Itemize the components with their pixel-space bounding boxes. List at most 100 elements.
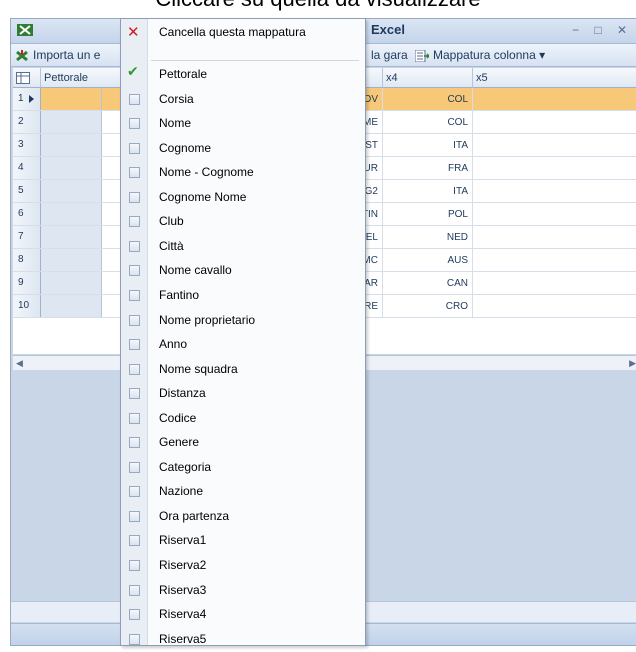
cell-pettorale[interactable] [41, 226, 102, 248]
race-button[interactable]: la gara [371, 48, 408, 62]
menu-item-riserva2[interactable]: Riserva2 [121, 554, 365, 579]
row-number[interactable]: 3 [13, 134, 41, 156]
column-header-x4[interactable]: x4 [383, 68, 473, 88]
window-controls[interactable]: − □ ✕ [572, 23, 633, 37]
import-icon [16, 49, 28, 61]
cell-x5[interactable] [473, 180, 636, 202]
column-header-x5[interactable]: x5 [473, 68, 636, 88]
cell-x4[interactable]: FRA [383, 157, 473, 179]
cell-x4[interactable]: CRO [383, 295, 473, 317]
menu-item-label: Nome [159, 116, 192, 131]
row-number[interactable]: 9 [13, 272, 41, 294]
row-number[interactable]: 6 [13, 203, 41, 225]
clear-x-icon: ✕ [127, 24, 140, 41]
unchecked-box-icon [129, 560, 140, 571]
row-number[interactable]: 8 [13, 249, 41, 271]
import-button[interactable]: Importa un e [15, 48, 100, 62]
cell-x4[interactable]: POL [383, 203, 473, 225]
menu-item-riserva5[interactable]: Riserva5 [121, 628, 365, 652]
menu-item-fantino[interactable]: Fantino [121, 284, 365, 309]
cell-x5[interactable] [473, 157, 636, 179]
row-number[interactable]: 10 [13, 295, 41, 317]
menu-item-pettorale[interactable]: ✔ Pettorale [121, 63, 365, 88]
menu-item-riserva3[interactable]: Riserva3 [121, 579, 365, 604]
unchecked-box-icon [129, 216, 140, 228]
menu-item-città[interactable]: Città [121, 235, 365, 260]
cell-pettorale[interactable] [41, 180, 102, 202]
menu-item-label: Città [159, 238, 184, 253]
grid-corner[interactable] [13, 68, 41, 88]
scroll-left-icon[interactable]: ◀ [16, 358, 23, 369]
cell-pettorale[interactable] [41, 157, 102, 179]
import-label: Importa un e [33, 48, 101, 62]
menu-item-codice[interactable]: Codice [121, 407, 365, 432]
cell-pettorale[interactable] [41, 295, 102, 317]
row-number[interactable]: 7 [13, 226, 41, 248]
unchecked-box-icon [129, 118, 140, 130]
column-mapping-menu: ✕ Cancella questa mappatura ✔ Pettorale Co… [120, 18, 366, 646]
unchecked-box-icon [129, 339, 140, 351]
cell-x4[interactable]: CAN [383, 272, 473, 294]
menu-item-nome-proprietario[interactable]: Nome proprietario [121, 309, 365, 334]
cell-x4[interactable]: NED [383, 226, 473, 248]
menu-item-label: Riserva2 [159, 558, 207, 572]
cell-x5[interactable] [473, 272, 636, 294]
row-number-label: 5 [18, 185, 24, 196]
checkmark-icon: ✔ [127, 63, 139, 79]
scroll-right-icon[interactable]: ▶ [629, 358, 636, 369]
menu-item-corsia[interactable]: Corsia [121, 88, 365, 113]
unchecked-box-icon [129, 93, 140, 105]
menu-item-cognome-nome[interactable]: Cognome Nome [121, 186, 365, 211]
cell-x5[interactable] [473, 226, 636, 248]
cell-pettorale[interactable] [41, 134, 102, 156]
cell-x4[interactable]: ITA [383, 134, 473, 156]
cell-x4[interactable]: AUS [383, 249, 473, 271]
menu-item-genere[interactable]: Genere [121, 431, 365, 456]
cell-x5[interactable] [473, 88, 636, 110]
cell-x5[interactable] [473, 203, 636, 225]
cell-pettorale[interactable] [41, 203, 102, 225]
cell-x5[interactable] [473, 134, 636, 156]
unchecked-box-icon [129, 363, 140, 375]
menu-item-anno[interactable]: Anno [121, 333, 365, 358]
mapping-icon [415, 49, 429, 62]
menu-item-riserva1[interactable]: Riserva1 [121, 529, 365, 554]
cell-pettorale[interactable] [41, 111, 102, 133]
menu-item-distanza[interactable]: Distanza [121, 382, 365, 407]
row-number[interactable]: 1 [13, 88, 41, 110]
menu-item-nome[interactable]: Nome [121, 112, 365, 137]
unchecked-box-icon [129, 535, 140, 547]
cell-x4[interactable]: ITA [383, 180, 473, 202]
menu-item-label: Cognome [159, 140, 212, 155]
menu-item-riserva4[interactable]: Riserva4 [121, 603, 365, 628]
menu-item-nome-squadra[interactable]: Nome squadra [121, 358, 365, 383]
menu-item-label: Nome proprietario [159, 312, 256, 327]
row-number-label: 7 [18, 231, 24, 242]
cell-x4[interactable]: COL [383, 88, 473, 110]
window-title: Excel [371, 22, 405, 37]
mapping-column-dropdown[interactable]: Mappatura colonna ▾ [415, 48, 545, 62]
cell-x4[interactable]: COL [383, 111, 473, 133]
cell-pettorale[interactable] [41, 272, 102, 294]
cell-x5[interactable] [473, 111, 636, 133]
menu-item-clear-mapping[interactable]: ✕ Cancella questa mappatura [121, 21, 365, 46]
menu-item-label: Riserva1 [159, 533, 207, 548]
menu-item-nome-cognome[interactable]: Nome - Cognome [121, 161, 365, 186]
cell-pettorale[interactable] [41, 88, 102, 110]
menu-separator [151, 60, 359, 61]
row-number[interactable]: 5 [13, 180, 41, 202]
cell-x5[interactable] [473, 249, 636, 271]
menu-item-ora-partenza[interactable]: Ora partenza [121, 505, 365, 530]
menu-item-nazione[interactable]: Nazione [121, 480, 365, 505]
menu-item-cognome[interactable]: Cognome [121, 137, 365, 162]
menu-item-nome-cavallo[interactable]: Nome cavallo [121, 259, 365, 284]
menu-item-label: Codice [159, 410, 197, 425]
row-number-label: 10 [18, 300, 30, 311]
row-number[interactable]: 4 [13, 157, 41, 179]
cell-pettorale[interactable] [41, 249, 102, 271]
cell-x5[interactable] [473, 295, 636, 317]
menu-item-label: Nome squadra [159, 361, 238, 376]
row-number[interactable]: 2 [13, 111, 41, 133]
menu-item-categoria[interactable]: Categoria [121, 456, 365, 481]
menu-item-club[interactable]: Club [121, 210, 365, 235]
